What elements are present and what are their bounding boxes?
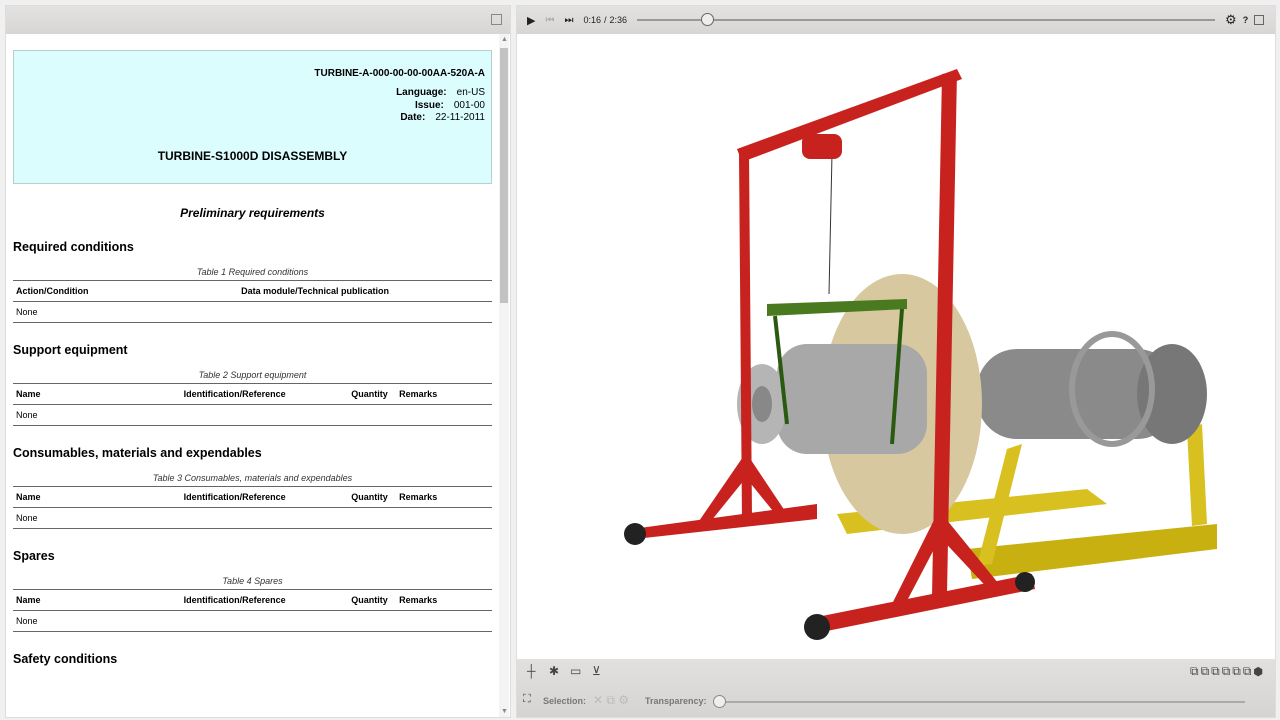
player-toolbar: ▶ ⏮ ⏭ 0:16 / 2:36 ⚙ ?: [517, 6, 1275, 34]
scrollbar-thumb[interactable]: [500, 48, 508, 303]
section-heading: Spares: [13, 549, 55, 563]
selection-mode-icon[interactable]: ⛶: [523, 693, 531, 706]
document-panel: TURBINE-A-000-00-00-00AA-520A-A Language…: [5, 5, 511, 718]
transparency-label: Transparency:: [645, 696, 707, 706]
column-header: Quantity: [348, 486, 397, 508]
prelim-heading: Preliminary requirements: [180, 206, 325, 220]
spares-table: Name Identification/Reference Quantity Rema…: [13, 589, 492, 632]
date-label: Date:: [400, 112, 426, 123]
total-time: 2:36: [609, 15, 628, 25]
consumables-table: Name Identification/Reference Quantity Rema…: [13, 486, 492, 529]
identification-box: TURBINE-A-000-00-00-00AA-520A-A Language…: [13, 50, 492, 184]
viewer-panel: ▶ ⏮ ⏭ 0:16 / 2:36 ⚙ ? ┼ ✱ ▭ ⊻ ⧉⧉⧉⧉⧉⧉⬢ ⛶ …: [516, 5, 1276, 718]
3d-viewport[interactable]: [517, 34, 1275, 661]
box-select-icon[interactable]: ▭: [570, 664, 581, 678]
column-header: Data module/Technical publication: [238, 280, 492, 302]
document-panel-header: [6, 6, 510, 34]
section-heading: Required conditions: [13, 240, 134, 254]
column-header: Identification/Reference: [180, 486, 349, 508]
help-icon[interactable]: ?: [1243, 15, 1249, 25]
table-row: None: [13, 404, 492, 426]
transparency-knob[interactable]: [713, 695, 726, 708]
maximize-icon[interactable]: [1254, 15, 1265, 25]
column-header: Remarks: [396, 589, 492, 611]
seek-knob[interactable]: [700, 13, 714, 26]
column-header: Identification/Reference: [180, 589, 349, 611]
section-heading: Safety conditions: [13, 652, 118, 666]
support-equipment-table: Name Identification/Reference Quantity Rema…: [13, 383, 492, 426]
play-icon[interactable]: ▶: [527, 14, 535, 27]
section-heading: Support equipment: [13, 343, 128, 357]
turbine-gantry-model[interactable]: [517, 34, 1275, 661]
column-header: Remarks: [396, 486, 492, 508]
column-header: Name: [13, 589, 181, 611]
table-caption: Table 1 Required conditions: [196, 267, 309, 277]
table-row: None: [13, 301, 492, 323]
selection-label: Selection:: [543, 696, 587, 706]
hide-selection-icon[interactable]: ✕ ⧉ ⚙: [593, 693, 629, 708]
table-row: None: [13, 610, 492, 632]
table-cell: None: [13, 404, 492, 426]
table-caption: Table 3 Consumables, materials and expen…: [152, 473, 353, 483]
required-conditions-table: Action/Condition Data module/Technical pu…: [13, 280, 492, 323]
view-cube-icons[interactable]: ⧉⧉⧉⧉⧉⧉⬢: [1190, 664, 1265, 679]
rotate-axis-icon[interactable]: ✱: [549, 664, 559, 678]
issue-label: Issue:: [414, 99, 444, 111]
language-value: en-US: [456, 87, 485, 98]
column-header: Action/Condition: [13, 280, 239, 302]
viewer-bottom-toolbar: ┼ ✱ ▭ ⊻ ⧉⧉⧉⧉⧉⧉⬢ ⛶ Selection: ✕ ⧉ ⚙ Trans…: [517, 659, 1275, 717]
document-content: TURBINE-A-000-00-00-00AA-520A-A Language…: [6, 34, 498, 717]
column-header: Quantity: [348, 589, 397, 611]
doc-title: TURBINE-S1000D DISASSEMBLY: [157, 149, 348, 163]
maximize-icon[interactable]: [491, 14, 502, 25]
transparency-slider[interactable]: [713, 695, 1245, 708]
settings-icon[interactable]: ⚙: [1225, 12, 1237, 28]
column-header: Name: [13, 486, 181, 508]
issue-value: 001-00: [453, 99, 485, 111]
table-cell: None: [13, 610, 492, 632]
column-header: Remarks: [396, 383, 492, 405]
table-caption: Table 4 Spares: [222, 576, 283, 586]
table-caption: Table 2 Support equipment: [198, 370, 307, 380]
language-label: Language:: [396, 87, 447, 98]
column-header: Quantity: [348, 383, 397, 405]
vertical-scrollbar[interactable]: ▲ ▼: [499, 34, 509, 717]
table-cell: None: [13, 301, 492, 323]
crosshair-icon[interactable]: ┼: [527, 664, 536, 678]
skip-forward-icon[interactable]: ⏭: [564, 15, 573, 26]
time-separator: /: [604, 15, 607, 25]
turbine-front: [777, 344, 927, 454]
dm-code: TURBINE-A-000-00-00-00AA-520A-A: [314, 68, 485, 79]
skip-back-icon[interactable]: ⏮: [545, 15, 554, 26]
column-header: Identification/Reference: [180, 383, 349, 405]
section-heading: Consumables, materials and expendables: [13, 446, 262, 460]
date-value: 22-11-2011: [435, 112, 485, 123]
hoist-cable: [828, 153, 833, 295]
table-cell: None: [13, 507, 492, 529]
section-plane-icon[interactable]: ⊻: [592, 664, 601, 678]
current-time: 0:16: [583, 15, 601, 25]
column-header: Name: [13, 383, 181, 405]
seek-slider[interactable]: [637, 13, 1216, 26]
table-row: None: [13, 507, 492, 529]
